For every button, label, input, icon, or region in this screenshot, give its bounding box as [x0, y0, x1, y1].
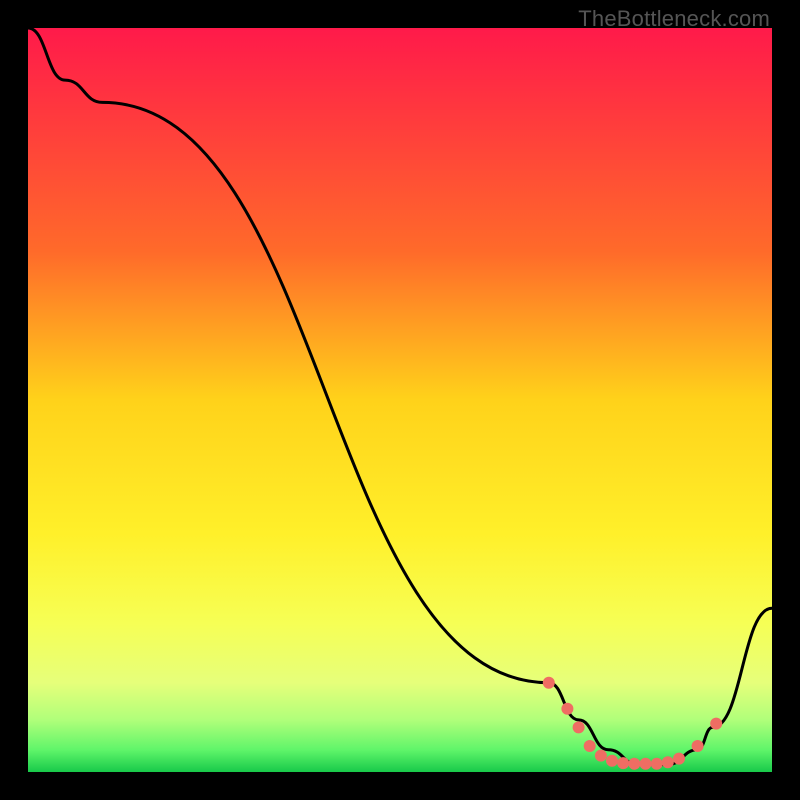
marker-dot — [640, 758, 652, 770]
marker-dot — [710, 718, 722, 730]
chart-area — [28, 28, 772, 772]
marker-dot — [606, 755, 618, 767]
marker-dot — [651, 758, 663, 770]
marker-dot — [561, 703, 573, 715]
marker-dot — [543, 677, 555, 689]
marker-dot — [692, 740, 704, 752]
gradient-background — [28, 28, 772, 772]
marker-dot — [617, 757, 629, 769]
marker-dot — [628, 758, 640, 770]
chart-svg — [28, 28, 772, 772]
marker-dot — [573, 721, 585, 733]
marker-dot — [584, 740, 596, 752]
marker-dot — [673, 753, 685, 765]
marker-dot — [595, 750, 607, 762]
marker-dot — [662, 756, 674, 768]
